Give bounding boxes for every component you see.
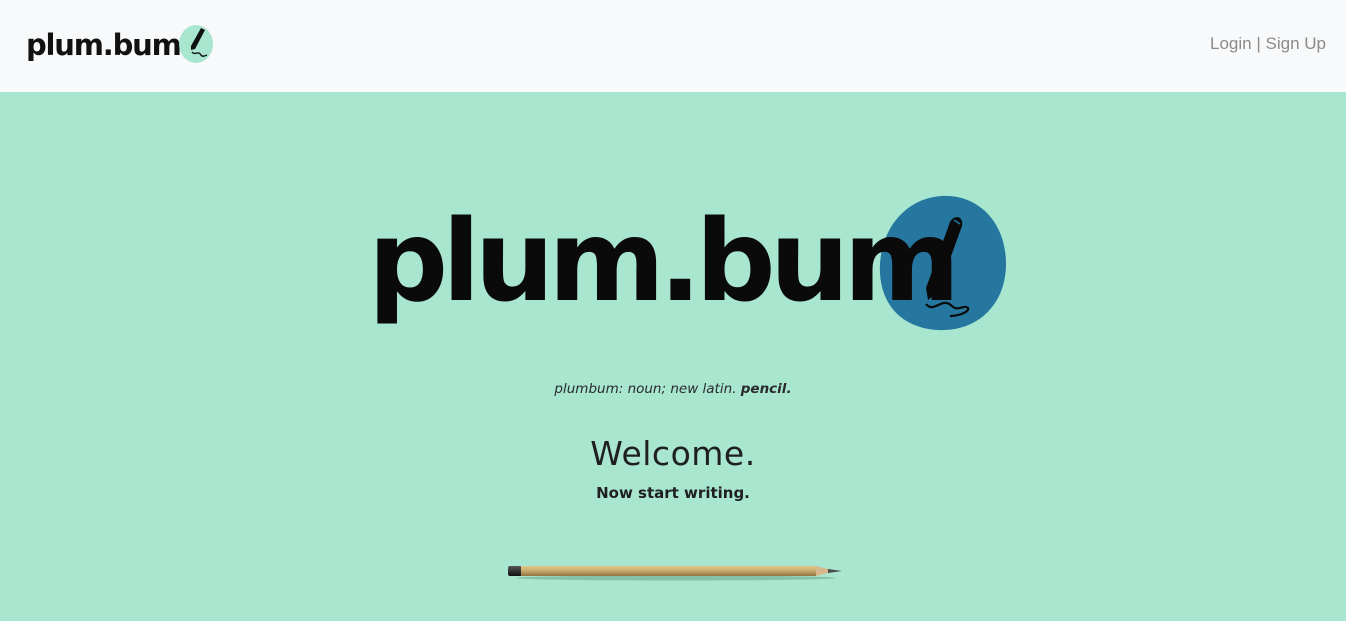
- definition-text: plumbum: noun; new latin. pencil.: [0, 380, 1346, 398]
- hero-logo-text: plum.bum: [368, 197, 960, 327]
- pen-icon: [179, 25, 213, 63]
- definition-prefix: plumbum: noun; new latin.: [554, 381, 737, 397]
- brand-logo[interactable]: plum.bum: [26, 22, 218, 68]
- pencil-icon: [508, 566, 842, 581]
- definition-word: pencil.: [740, 381, 792, 397]
- hero-logo: plum.bum: [368, 192, 1008, 342]
- hero-section: plum.bum plumbum: noun; new latin. penci…: [0, 92, 1346, 621]
- navbar: plum.bum Login | Sign Up: [0, 0, 1346, 92]
- brand-name: plum.bum: [26, 28, 182, 62]
- auth-links: Login | Sign Up: [1210, 33, 1326, 55]
- welcome-heading: Welcome.: [590, 434, 756, 473]
- login-link[interactable]: Login: [1210, 34, 1252, 53]
- welcome-subtitle: Now start writing.: [596, 484, 750, 502]
- signup-link[interactable]: Sign Up: [1266, 34, 1326, 53]
- nav-separator: |: [1256, 34, 1261, 53]
